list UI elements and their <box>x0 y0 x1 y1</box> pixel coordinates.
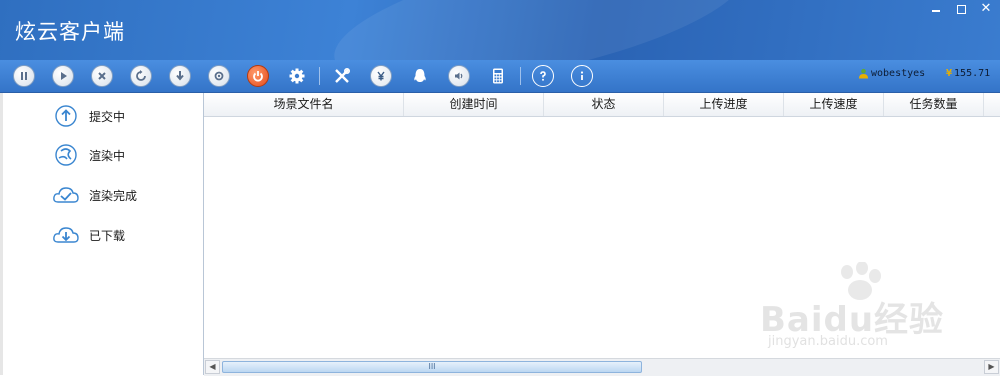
yen-icon[interactable] <box>370 65 392 87</box>
download-icon[interactable] <box>169 65 191 87</box>
help-icon[interactable] <box>532 65 554 87</box>
toolbar-separator <box>319 67 320 85</box>
user-info[interactable]: wobestyes <box>858 68 925 79</box>
toolbar <box>0 60 1000 93</box>
sidebar-item-label: 提交中 <box>89 109 126 124</box>
toolbar-separator <box>520 67 521 85</box>
play-icon[interactable] <box>52 65 74 87</box>
baidu-watermark: Baidu经验 jingyan.baidu.com <box>760 262 960 357</box>
sidebar-item-rendered[interactable]: 渲染完成 <box>52 182 137 208</box>
sidebar-item-downloaded[interactable]: 已下载 <box>52 222 125 248</box>
tools-icon[interactable] <box>331 66 353 86</box>
title-decoration <box>323 0 757 60</box>
gear-icon[interactable] <box>286 66 308 86</box>
cloud-check-icon <box>53 187 79 203</box>
scroll-right-icon[interactable]: ▶ <box>984 360 999 374</box>
retry-icon[interactable] <box>130 65 152 87</box>
horizontal-scrollbar[interactable]: ◀ III ▶ <box>204 358 1000 376</box>
username: wobestyes <box>871 68 926 79</box>
title-bar: 炫云客户端 ✕ <box>0 0 1000 60</box>
watermark-url: jingyan.baidu.com <box>768 334 888 349</box>
close-icon[interactable]: ✕ <box>972 0 1000 20</box>
column-header-status[interactable]: 状态 <box>544 93 664 116</box>
table-header: 场景文件名 创建时间 状态 上传进度 上传速度 任务数量 <box>204 93 1000 117</box>
info-icon[interactable] <box>571 65 593 87</box>
cloud-download-icon <box>53 227 79 243</box>
cancel-icon[interactable] <box>91 65 113 87</box>
pause-icon[interactable] <box>13 65 35 87</box>
sidebar-item-label: 已下载 <box>89 228 126 243</box>
window-title: 炫云客户端 <box>15 20 125 44</box>
maximize-icon[interactable] <box>947 0 975 20</box>
upload-icon <box>55 105 77 127</box>
rendering-icon <box>55 144 77 166</box>
volume-icon[interactable] <box>448 65 470 87</box>
balance-value: 155.71 <box>954 68 991 79</box>
qq-icon[interactable] <box>409 66 431 86</box>
column-header-scene-file[interactable]: 场景文件名 <box>204 93 404 116</box>
sidebar: 提交中 渲染中 渲染完成 已下载 <box>0 93 204 375</box>
sidebar-item-rendering[interactable]: 渲染中 <box>52 142 125 168</box>
column-header-created-time[interactable]: 创建时间 <box>404 93 544 116</box>
column-header-task-count[interactable]: 任务数量 <box>884 93 984 116</box>
column-header-upload-progress[interactable]: 上传进度 <box>664 93 784 116</box>
scrollbar-thumb[interactable]: III <box>222 361 642 373</box>
calculator-icon[interactable] <box>487 66 509 86</box>
sidebar-item-submitting[interactable]: 提交中 <box>52 103 125 129</box>
account-balance[interactable]: ¥155.71 <box>946 68 990 79</box>
scroll-left-icon[interactable]: ◀ <box>205 360 220 374</box>
sidebar-item-label: 渲染中 <box>89 148 126 163</box>
column-header-upload-speed[interactable]: 上传速度 <box>784 93 884 116</box>
user-icon <box>858 68 869 79</box>
yen-symbol: ¥ <box>946 68 953 79</box>
power-icon[interactable] <box>247 65 269 87</box>
search-icon[interactable] <box>208 65 230 87</box>
sidebar-item-label: 渲染完成 <box>89 188 138 203</box>
minimize-icon[interactable] <box>922 0 950 20</box>
